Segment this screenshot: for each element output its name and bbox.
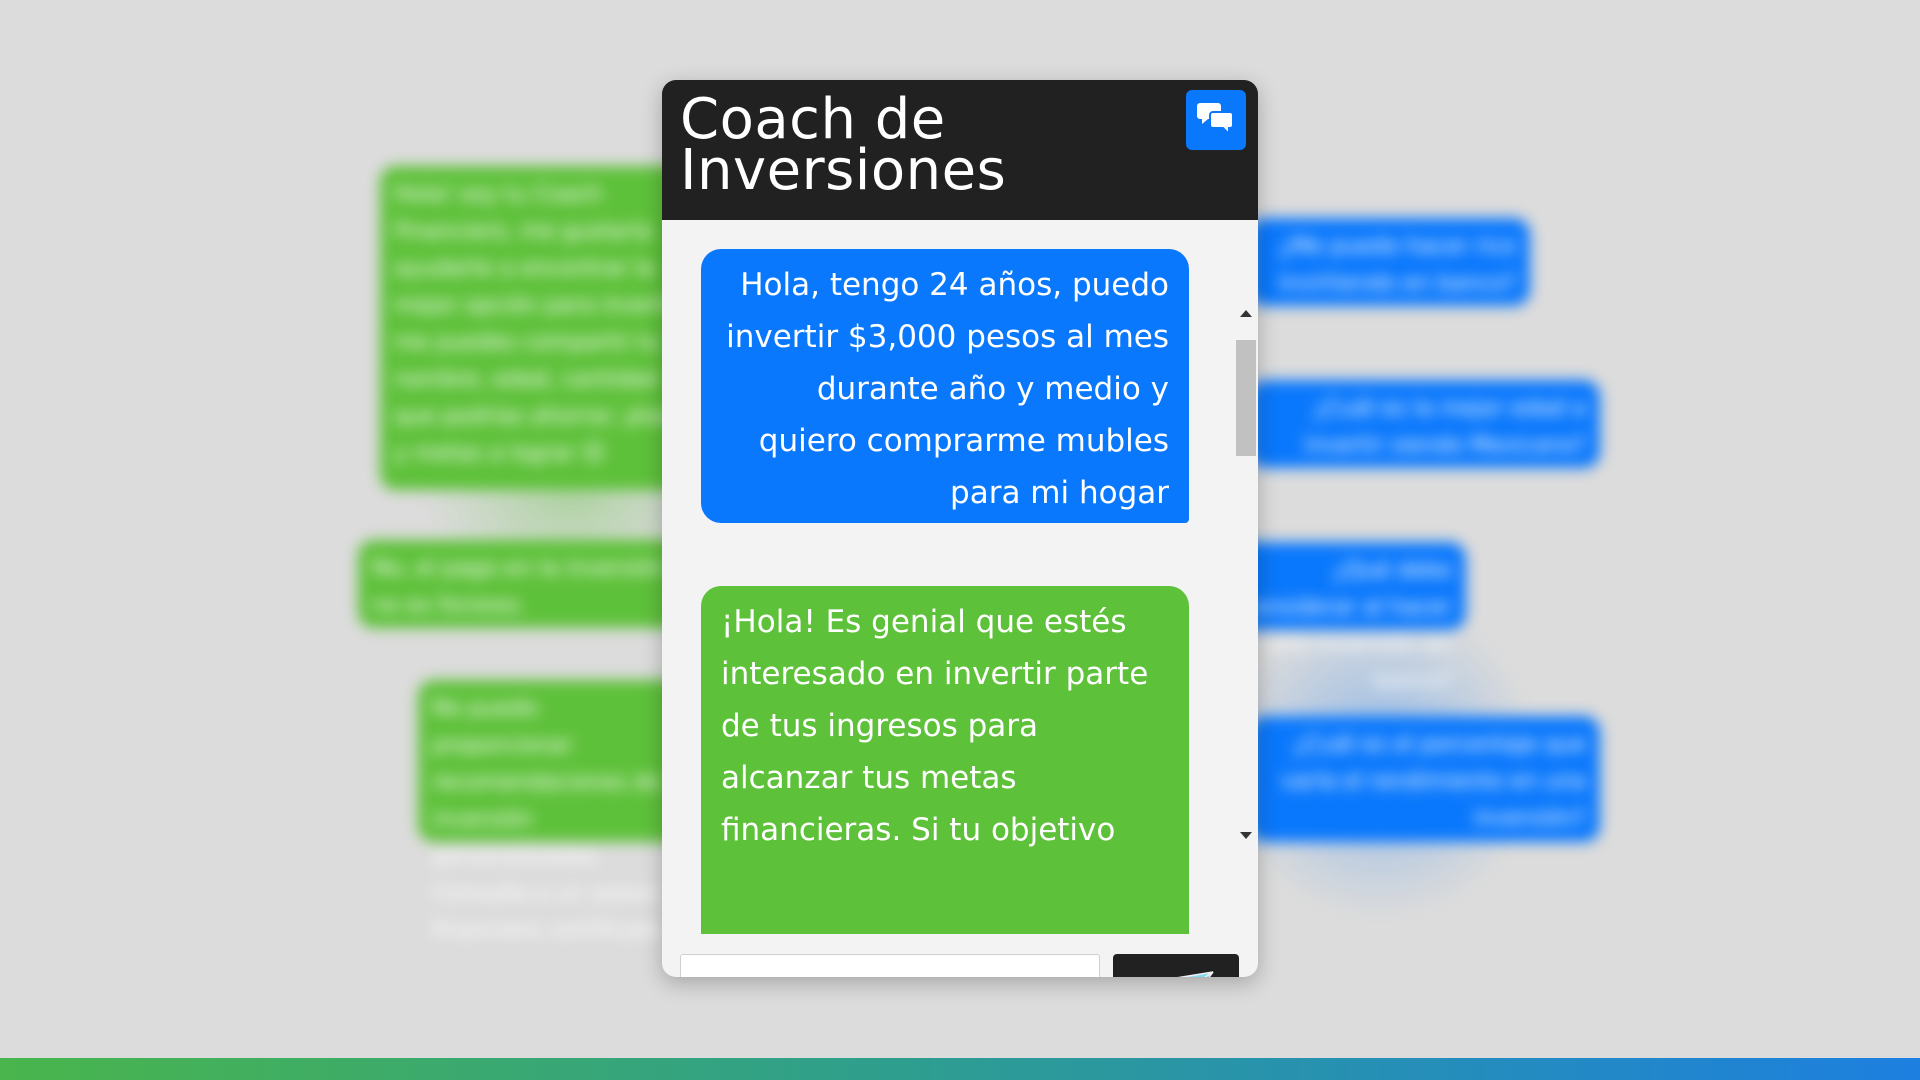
chat-title: Coach de Inversiones [680,87,1007,203]
background-bubble: ¿Cuál es la mejor edad a invertir siendo… [1250,380,1600,468]
user-message: Hola, tengo 24 años, puedo invertir $3,0… [701,249,1189,523]
scroll-thumb[interactable] [1236,340,1256,456]
background-bubble-text: ¿Cuál es la mejor edad a invertir siendo… [1304,396,1586,458]
bot-message: ¡Hola! Es genial que estés interesado en… [701,586,1189,934]
paper-plane-icon [1135,964,1217,977]
background-bubble: No, el pago en la inversión no es forzos… [358,540,688,628]
chat-bubbles-icon [1196,98,1236,142]
send-button[interactable] [1113,954,1239,977]
background-bubble: ¿Me puedo hacer rico invirtiendo en banc… [1250,218,1530,306]
background-bubble: ¿Cuál es el porcentaje que varía el rend… [1250,716,1600,842]
scrollbar[interactable] [1234,220,1258,934]
background-bubble-text: Hola! soy tu Coach Financiero, me gustar… [394,182,689,466]
chat-toggle-button[interactable] [1186,90,1246,150]
message-input[interactable] [680,954,1100,977]
scroll-up-arrow-icon[interactable] [1240,310,1252,317]
chat-header: Coach de Inversiones [662,80,1258,220]
background-bubble-text: No puedo proporcionar recomendaciones de… [432,696,671,943]
background-bubble-text: ¿Me puedo hacer rico invirtiendo en banc… [1278,234,1516,296]
chat-window: Coach de Inversiones Hola, tengo 24 años… [662,80,1258,977]
bottom-gradient-bar [0,1058,1920,1080]
background-bubble: No puedo proporcionar recomendaciones de… [418,680,698,943]
message-list[interactable]: Hola, tengo 24 años, puedo invertir $3,0… [662,220,1258,934]
message-composer [662,934,1258,977]
background-bubble-text: ¿Cuál es el porcentaje que varía el rend… [1281,732,1586,831]
scroll-down-arrow-icon[interactable] [1240,832,1252,839]
background-bubble-text: No, el pago en la inversión no es forzos… [372,556,667,618]
background-bubble: Hola! soy tu Coach Financiero, me gustar… [380,166,710,490]
